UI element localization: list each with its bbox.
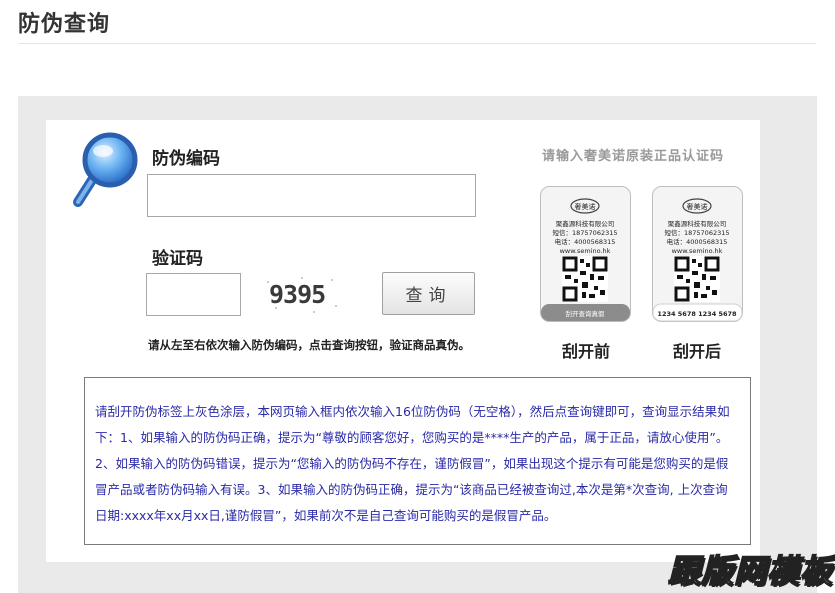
phone-number: 电话：4000568315 (667, 237, 728, 246)
anti-counterfeit-code-input[interactable] (147, 174, 476, 217)
revealed-code-text: 1234 5678 1234 5678 (657, 310, 737, 318)
sample-label-before: 奢美诺 聚鑫源科技有限公司 短信：18757062315 电话：40005683… (540, 186, 631, 322)
sample-label-after: 奢美诺 聚鑫源科技有限公司 短信：18757062315 电话：40005683… (652, 186, 743, 322)
verify-code-label: 验证码 (152, 249, 203, 269)
company-name: 聚鑫源科技有限公司 (668, 219, 727, 228)
scratch-strip-text: 刮开查询真假 (566, 309, 606, 318)
code-label: 防伪编码 (152, 149, 220, 169)
site-watermark: 跟版网模板 (667, 551, 834, 591)
sample-heading: 请输入奢美诺原装正品认证码 (542, 149, 725, 164)
phone-number: 电话：4000568315 (555, 237, 616, 246)
instructions-text: 请刮开防伪标签上灰色涂层，本网页输入框内依次输入16位防伪码（无空格），然后点查… (95, 404, 730, 523)
verify-code-input[interactable] (146, 273, 241, 316)
query-button[interactable]: 查询 (382, 272, 475, 315)
svg-text:奢美诺: 奢美诺 (687, 202, 708, 211)
after-scratch-caption: 刮开后 (673, 342, 722, 361)
sms-number: 短信：18757062315 (665, 228, 730, 237)
page-title: 防伪查询 (18, 12, 111, 37)
qr-code (674, 256, 720, 302)
qr-code (562, 256, 608, 302)
title-divider (18, 43, 816, 44)
captcha-text: 9395 (269, 280, 325, 309)
magnifier-icon (73, 132, 138, 207)
website-url: www.semino.hk (672, 247, 723, 255)
sms-number: 短信：18757062315 (553, 228, 618, 237)
instructions-box[interactable]: 请刮开防伪标签上灰色涂层，本网页输入框内依次输入16位防伪码（无空格），然后点查… (84, 377, 751, 545)
input-hint: 请从左至右依次输入防伪编码，点击查询按钮，验证商品真伪。 (148, 338, 470, 352)
company-name: 聚鑫源科技有限公司 (556, 219, 615, 228)
before-scratch-caption: 刮开前 (562, 342, 611, 361)
website-url: www.semino.hk (560, 247, 611, 255)
captcha-image[interactable]: 9395 (262, 272, 342, 316)
svg-text:奢美诺: 奢美诺 (575, 202, 596, 211)
